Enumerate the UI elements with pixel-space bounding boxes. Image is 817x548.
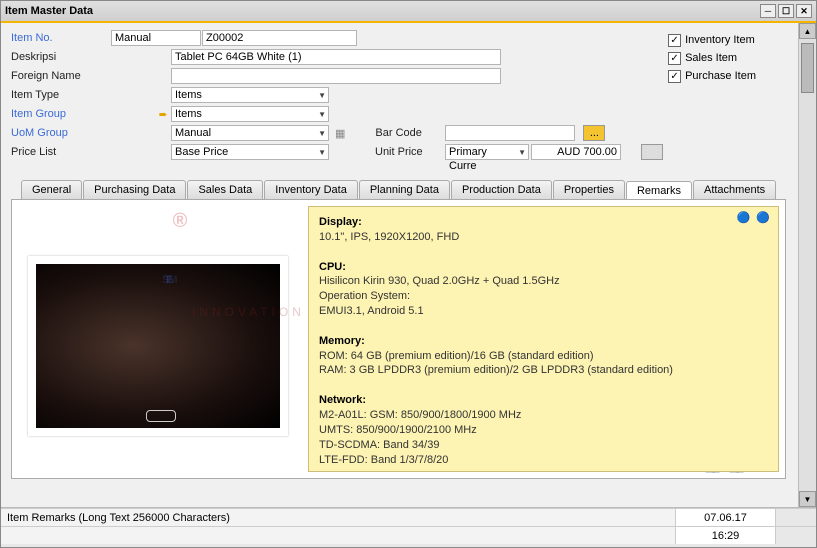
tab-general[interactable]: General <box>21 180 82 199</box>
footer-date: 07.06.17 <box>676 509 776 526</box>
purchase-check-label: Purchase Item <box>685 70 756 82</box>
close-button[interactable]: ✕ <box>796 4 812 18</box>
remarks-text[interactable]: 🔵 🔵 Display: 10.1", IPS, 1920X1200, FHD … <box>308 206 779 472</box>
tab-attachments[interactable]: Attachments <box>693 180 776 199</box>
barcode-field[interactable] <box>445 125 575 141</box>
inventory-checkbox[interactable]: ✓ <box>668 34 681 47</box>
unitprice-detail-button[interactable] <box>641 144 663 160</box>
item-type-label: Item Type <box>11 89 111 101</box>
deskripsi-label: Deskripsi <box>11 51 111 63</box>
uom-detail-icon[interactable]: ▦ <box>335 127 345 140</box>
tab-inventory-data[interactable]: Inventory Data <box>264 180 358 199</box>
scroll-down-button[interactable]: ▼ <box>799 491 816 507</box>
barcode-browse-button[interactable]: ... <box>583 125 605 141</box>
tab-purchasing-data[interactable]: Purchasing Data <box>83 180 186 199</box>
tab-remarks[interactable]: Remarks <box>626 181 692 200</box>
remarks-action-icon-1[interactable]: 🔵 <box>737 211 751 226</box>
item-no-label[interactable]: Item No. <box>11 32 111 44</box>
tab-strip: General Purchasing Data Sales Data Inven… <box>11 180 786 199</box>
uom-group-label[interactable]: UoM Group <box>11 127 111 139</box>
sales-check-label: Sales Item <box>685 52 737 64</box>
pricelist-label: Price List <box>11 146 111 158</box>
item-no-value[interactable]: Z00002 <box>202 30 357 46</box>
pricelist-combo[interactable]: Base Price <box>171 144 329 160</box>
unitprice-currency-combo[interactable]: Primary Curre <box>445 144 529 160</box>
arrow-right-icon: ➨ <box>159 109 168 121</box>
tab-production-data[interactable]: Production Data <box>451 180 552 199</box>
tab-content-remarks: STEM® INNOVATION • 🔵 🔵 Display: 10.1", I… <box>11 199 786 479</box>
scroll-thumb[interactable] <box>801 43 814 93</box>
footer-time: 16:29 <box>676 527 776 544</box>
remarks-action-icon-2[interactable]: 🔵 <box>756 211 770 226</box>
scroll-up-button[interactable]: ▲ <box>799 23 816 39</box>
vertical-scrollbar[interactable]: ▲ ▼ <box>798 23 816 507</box>
item-group-combo[interactable]: Items <box>171 106 329 122</box>
tab-sales-data[interactable]: Sales Data <box>187 180 263 199</box>
inventory-check-label: Inventory Item <box>685 34 755 46</box>
sales-checkbox[interactable]: ✓ <box>668 52 681 65</box>
footer-remarks-label: Item Remarks (Long Text 256000 Character… <box>1 509 676 526</box>
minimize-button[interactable]: ─ <box>760 4 776 18</box>
purchase-checkbox[interactable]: ✓ <box>668 70 681 83</box>
foreign-name-field[interactable] <box>171 68 501 84</box>
deskripsi-field[interactable]: Tablet PC 64GB White (1) <box>171 49 501 65</box>
barcode-label: Bar Code <box>375 127 445 139</box>
tab-planning-data[interactable]: Planning Data <box>359 180 450 199</box>
foreign-name-label: Foreign Name <box>11 70 111 82</box>
window-title: Item Master Data <box>5 5 93 17</box>
unitprice-field[interactable]: AUD 700.00 <box>531 144 621 160</box>
maximize-button[interactable]: ☐ <box>778 4 794 18</box>
uom-group-combo[interactable]: Manual <box>171 125 329 141</box>
item-image[interactable] <box>28 256 288 436</box>
tab-properties[interactable]: Properties <box>553 180 625 199</box>
footer: Item Remarks (Long Text 256000 Character… <box>1 507 816 547</box>
titlebar: Item Master Data ─ ☐ ✕ <box>1 1 816 23</box>
item-type-combo[interactable]: Items <box>171 87 329 103</box>
unitprice-label: Unit Price <box>375 146 445 158</box>
item-no-mode[interactable]: Manual <box>111 30 201 46</box>
item-group-label[interactable]: Item Group <box>11 108 111 120</box>
